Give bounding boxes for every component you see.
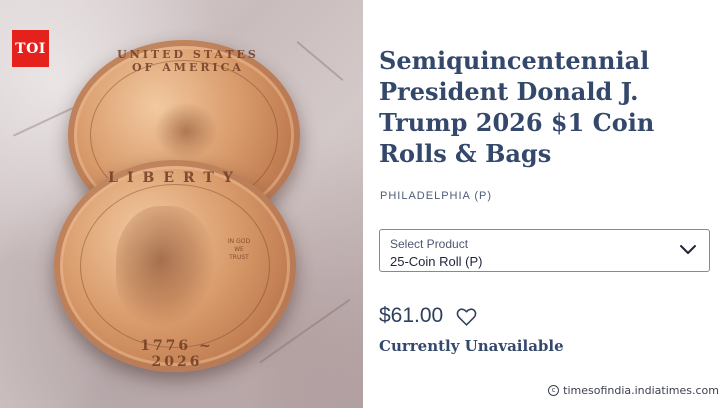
heart-icon[interactable] [456, 307, 477, 327]
marble-vein [296, 40, 344, 82]
product-title: Semiquincentennial President Donald J. T… [379, 46, 655, 168]
select-value: 25-Coin Roll (P) [390, 254, 483, 269]
coin-front-legend: LIBERTY [108, 170, 242, 186]
coin-back-legend: UNITED STATES OF AMERICA [117, 48, 259, 74]
select-label: Select Product [390, 237, 469, 251]
toi-logo: TOI [12, 30, 49, 67]
mint-label: PHILADELPHIA (P) [380, 190, 492, 202]
availability-status: Currently Unavailable [379, 337, 564, 355]
chevron-down-icon [680, 245, 696, 254]
product-price: $61.00 [379, 304, 444, 327]
product-photo: UNITED STATES OF AMERICA LIBERTY IN GOD … [0, 0, 363, 408]
product-panel: Semiquincentennial President Donald J. T… [363, 0, 725, 408]
watermark: c timesofindia.indiatimes.com [548, 384, 719, 397]
eagle-emblem [154, 102, 218, 160]
coin-motto: IN GOD WE TRUST [227, 238, 251, 261]
coin-front-years: 1776 ~ 2026 [140, 338, 214, 370]
portrait-relief [116, 206, 214, 326]
product-select[interactable]: Select Product 25-Coin Roll (P) [379, 229, 710, 272]
coin-obverse: LIBERTY IN GOD WE TRUST 1776 ~ 2026 [54, 160, 296, 372]
copyright-icon: c [548, 385, 560, 396]
watermark-text: timesofindia.indiatimes.com [563, 384, 719, 397]
